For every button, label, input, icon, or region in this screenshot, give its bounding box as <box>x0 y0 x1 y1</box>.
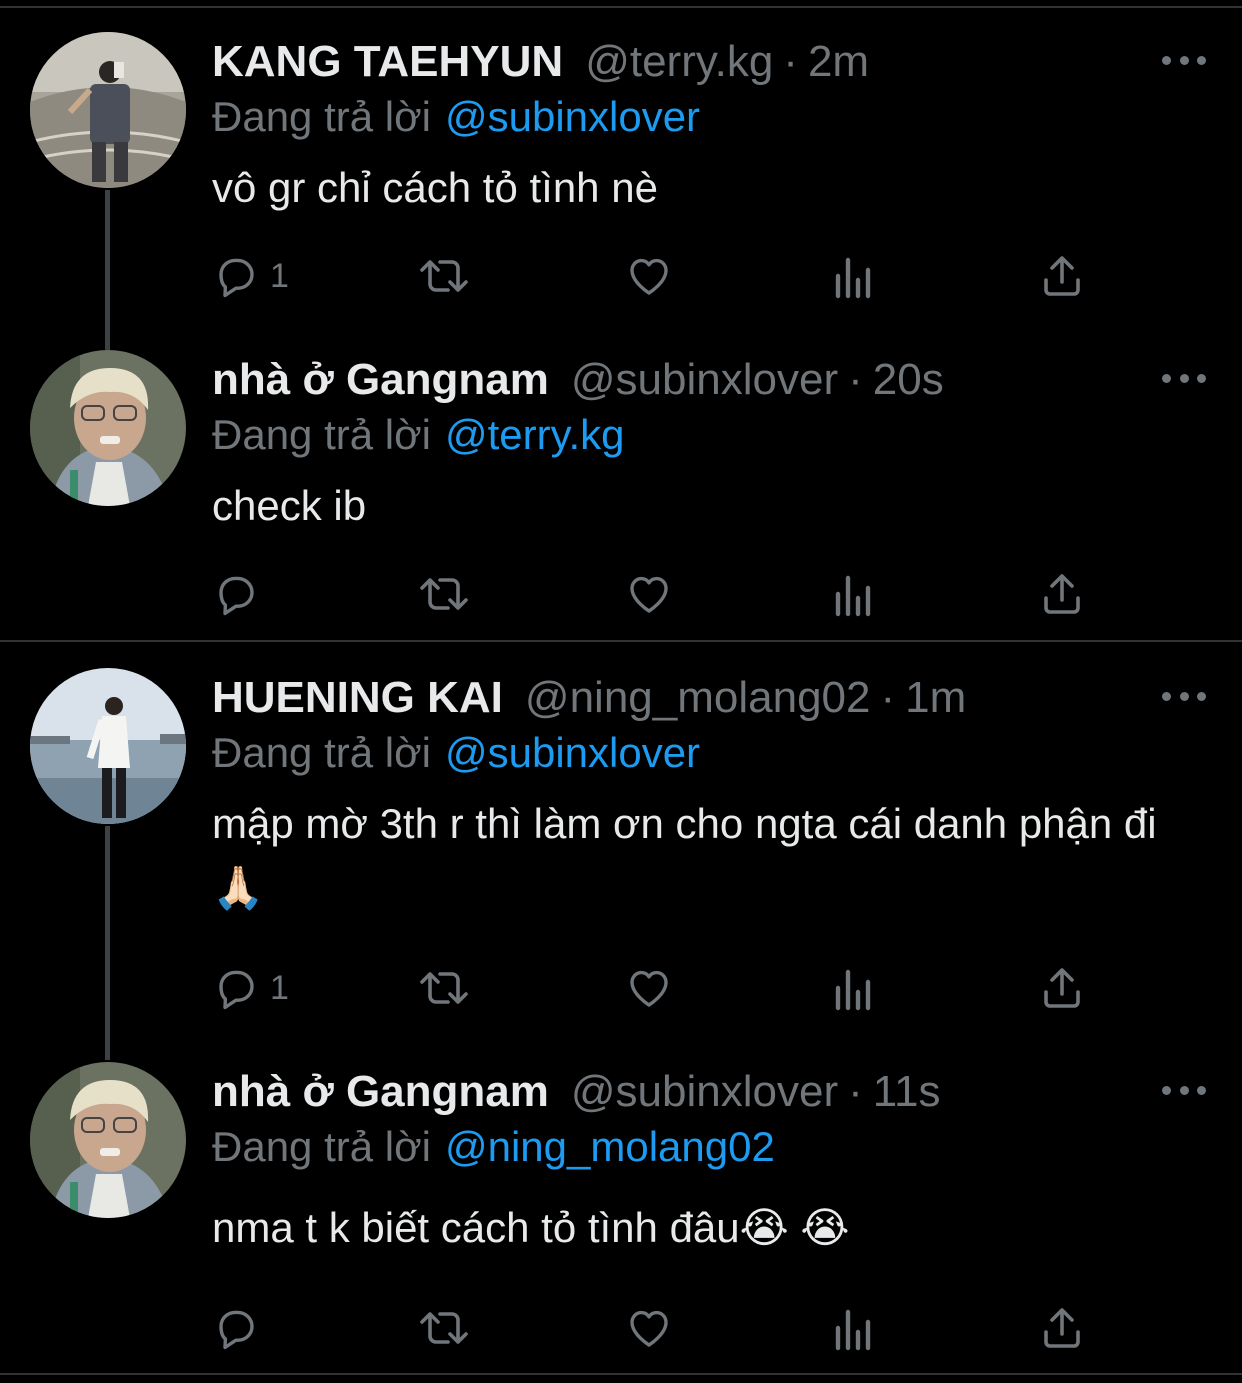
replying-to: Đang trả lời @ning_molang02 <box>212 1122 775 1172</box>
analytics-button[interactable] <box>832 1302 876 1354</box>
tweet-header: KANG TAEHYUN @terry.kg · 2m <box>212 36 869 88</box>
retweet-icon <box>420 578 468 610</box>
like-icon <box>630 258 668 295</box>
timestamp[interactable]: 20s <box>873 355 944 404</box>
more-icon[interactable] <box>1162 54 1206 66</box>
thread-connector-line <box>105 190 110 350</box>
reply-button[interactable]: 1 <box>212 962 289 1014</box>
avatar[interactable] <box>30 1062 186 1218</box>
display-name[interactable]: HUENING KAI <box>212 673 503 722</box>
retweet-button[interactable] <box>416 568 472 620</box>
like-button[interactable] <box>624 568 674 620</box>
separator: · <box>848 1067 863 1116</box>
tweet-text: mập mờ 3th r thì làm ơn cho ngta cái dan… <box>212 800 1157 911</box>
analytics-icon <box>835 969 871 1011</box>
separator: · <box>848 355 863 404</box>
reply-icon <box>219 1310 254 1350</box>
tweet-actions <box>212 1302 1092 1354</box>
retweet-icon <box>420 972 468 1004</box>
share-button[interactable] <box>1038 1302 1086 1354</box>
replying-prefix: Đang trả lời <box>212 93 431 140</box>
analytics-icon <box>835 1309 871 1351</box>
tweet-text: nma t k biết cách tỏ tình đâu😭 😭 <box>212 1204 850 1251</box>
reply-icon <box>219 258 254 298</box>
tweet-text: vô gr chỉ cách tỏ tình nè <box>212 164 658 211</box>
user-handle[interactable]: @subinxlover <box>571 1067 838 1116</box>
thread-connector-line <box>105 826 110 1060</box>
share-button[interactable] <box>1038 962 1086 1014</box>
tweet-actions: 1 <box>212 962 1092 1014</box>
reply-count: 1 <box>270 256 289 295</box>
share-icon <box>1044 968 1080 1008</box>
retweet-button[interactable] <box>416 1302 472 1354</box>
replying-prefix: Đang trả lời <box>212 729 431 776</box>
analytics-icon <box>835 257 871 299</box>
display-name[interactable]: nhà ở Gangnam <box>212 355 549 404</box>
reply-button[interactable]: 1 <box>212 250 289 302</box>
tweet-thread-page: KANG TAEHYUN @terry.kg · 2m Đang trả lời @su… <box>0 0 1242 1383</box>
display-name[interactable]: KANG TAEHYUN <box>212 37 563 86</box>
avatar[interactable] <box>30 350 186 506</box>
user-handle[interactable]: @terry.kg <box>585 37 773 86</box>
replying-to: Đang trả lời @subinxlover <box>212 92 700 142</box>
bottom-divider <box>0 1373 1242 1375</box>
analytics-button[interactable] <box>832 250 876 302</box>
avatar[interactable] <box>30 32 186 188</box>
analytics-button[interactable] <box>832 962 876 1014</box>
reply-button[interactable] <box>212 568 270 620</box>
replying-to: Đang trả lời @terry.kg <box>212 410 625 460</box>
tweet-actions: 1 <box>212 250 1092 302</box>
timestamp[interactable]: 2m <box>808 37 869 86</box>
like-button[interactable] <box>624 962 674 1014</box>
user-handle[interactable]: @ning_molang02 <box>525 673 871 722</box>
retweet-icon <box>420 260 468 292</box>
retweet-icon <box>420 1312 468 1344</box>
like-icon <box>630 970 668 1007</box>
retweet-button[interactable] <box>416 250 472 302</box>
reply-icon <box>219 576 254 616</box>
user-handle[interactable]: @subinxlover <box>571 355 838 404</box>
retweet-button[interactable] <box>416 962 472 1014</box>
like-button[interactable] <box>624 250 674 302</box>
share-button[interactable] <box>1038 568 1086 620</box>
replying-mention[interactable]: @terry.kg <box>445 411 625 458</box>
tweet-header: nhà ở Gangnam @subinxlover · 11s <box>212 1066 940 1118</box>
analytics-icon <box>835 575 871 617</box>
share-button[interactable] <box>1038 250 1086 302</box>
display-name[interactable]: nhà ở Gangnam <box>212 1067 549 1116</box>
replying-prefix: Đang trả lời <box>212 1123 431 1170</box>
replying-mention[interactable]: @subinxlover <box>445 729 700 776</box>
more-icon[interactable] <box>1162 372 1206 384</box>
replying-mention[interactable]: @subinxlover <box>445 93 700 140</box>
like-icon <box>630 1310 668 1347</box>
share-icon <box>1044 256 1080 296</box>
tweet-header: HUENING KAI @ning_molang02 · 1m <box>212 672 966 724</box>
tweet-actions <box>212 568 1092 620</box>
share-icon <box>1044 574 1080 614</box>
reply-count: 1 <box>270 968 289 1007</box>
avatar[interactable] <box>30 668 186 824</box>
top-divider <box>0 6 1242 8</box>
timestamp[interactable]: 1m <box>905 673 966 722</box>
conversation-divider <box>0 640 1242 642</box>
replying-mention[interactable]: @ning_molang02 <box>445 1123 775 1170</box>
like-icon <box>630 576 668 613</box>
timestamp[interactable]: 11s <box>873 1067 941 1116</box>
reply-icon <box>219 970 254 1010</box>
more-icon[interactable] <box>1162 1084 1206 1096</box>
replying-prefix: Đang trả lời <box>212 411 431 458</box>
tweet-text: check ib <box>212 482 367 529</box>
reply-button[interactable] <box>212 1302 270 1354</box>
analytics-button[interactable] <box>832 568 876 620</box>
more-icon[interactable] <box>1162 690 1206 702</box>
like-button[interactable] <box>624 1302 674 1354</box>
separator: · <box>783 37 798 86</box>
replying-to: Đang trả lời @subinxlover <box>212 728 700 778</box>
separator: · <box>880 673 896 722</box>
share-icon <box>1044 1308 1080 1348</box>
tweet-header: nhà ở Gangnam @subinxlover · 20s <box>212 354 944 406</box>
